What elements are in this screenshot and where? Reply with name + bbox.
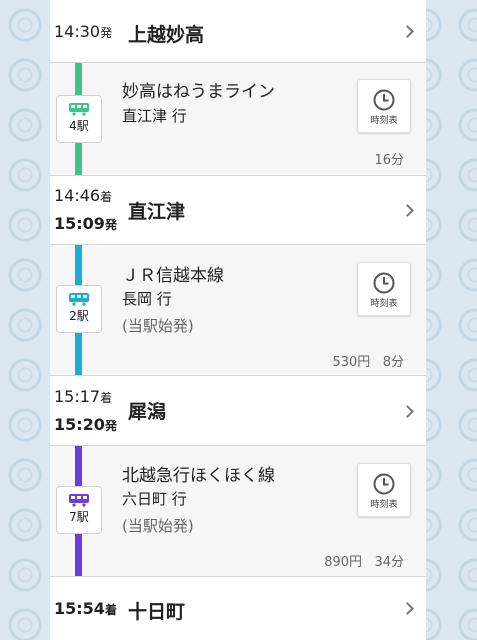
line-name: 北越急行ほくほく線	[122, 466, 275, 486]
station-row[interactable]: 15:54着 十日町	[50, 577, 426, 640]
chevron-right-icon	[401, 405, 414, 418]
timetable-button[interactable]: 時刻表	[357, 463, 411, 517]
departure-time: 15:20発	[54, 415, 117, 434]
station-name: 犀潟	[128, 401, 167, 423]
clock-icon	[373, 473, 395, 495]
origin-note: (当駅始発)	[122, 517, 194, 535]
arrival-time: 15:17着	[54, 387, 113, 406]
timetable-button[interactable]: 時刻表	[357, 79, 411, 133]
stops-badge: 2駅	[56, 285, 102, 333]
timetable-label: 時刻表	[370, 299, 398, 309]
arrival-time: 15:54着	[54, 599, 117, 618]
timetable-label: 時刻表	[370, 500, 398, 510]
departure-time: 14:30発	[54, 22, 113, 41]
stops-badge: 7駅	[56, 486, 102, 534]
station-name: 直江津	[128, 201, 186, 223]
origin-note: (当駅始発)	[122, 317, 194, 335]
timetable-label: 時刻表	[370, 116, 398, 126]
clock-icon	[373, 89, 395, 111]
route-leg: 4駅 妙高はねうまライン 直江津 行 時刻表 16分	[50, 63, 426, 176]
stop-count: 7駅	[69, 510, 89, 524]
fare-duration: 890円 34分	[324, 555, 404, 570]
line-name: 妙高はねうまライン	[122, 82, 275, 102]
direction: 六日町 行	[122, 490, 187, 508]
direction: 長岡 行	[122, 290, 172, 308]
station-name: 上越妙高	[128, 24, 205, 46]
stop-count: 4駅	[69, 119, 89, 133]
route-leg: 7駅 北越急行ほくほく線 六日町 行 (当駅始発) 時刻表 890円 34分	[50, 446, 426, 577]
arrival-time: 14:46着	[54, 186, 113, 205]
station-row[interactable]: 15:17着 15:20発 犀潟	[50, 376, 426, 446]
train-icon	[69, 494, 89, 507]
line-name: ＪＲ信越本線	[122, 266, 224, 286]
station-row[interactable]: 14:46着 15:09発 直江津	[50, 176, 426, 245]
route-leg: 2駅 ＪＲ信越本線 長岡 行 (当駅始発) 時刻表 530円 8分	[50, 245, 426, 376]
station-row[interactable]: 14:30発 上越妙高	[50, 0, 426, 63]
stop-count: 2駅	[69, 309, 89, 323]
chevron-right-icon	[401, 602, 414, 615]
timetable-button[interactable]: 時刻表	[357, 262, 411, 316]
clock-icon	[373, 272, 395, 294]
departure-time: 15:09発	[54, 214, 117, 233]
fare-duration: 530円 8分	[332, 355, 404, 370]
route-detail-panel: 14:30発 上越妙高 4駅 妙高はねうまライン 直江津 行 時刻表 16分 1…	[50, 0, 426, 640]
direction: 直江津 行	[122, 107, 187, 125]
fare-duration: 16分	[374, 153, 404, 168]
train-icon	[69, 103, 89, 116]
chevron-right-icon	[401, 204, 414, 217]
train-icon	[69, 293, 89, 306]
stops-badge: 4駅	[56, 95, 102, 143]
chevron-right-icon	[401, 25, 414, 38]
station-name: 十日町	[128, 601, 186, 623]
